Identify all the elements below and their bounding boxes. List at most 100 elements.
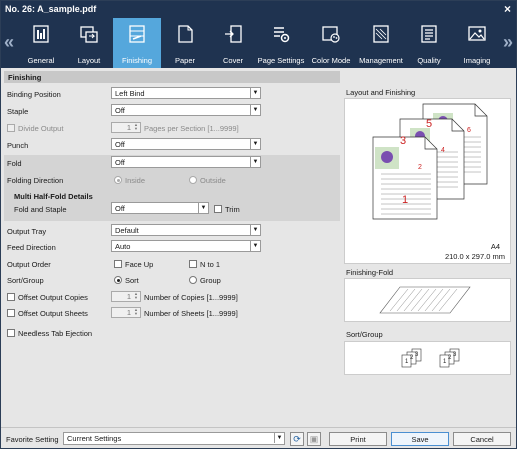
tab-quality[interactable]: Quality	[405, 18, 453, 68]
outside-radio[interactable]	[189, 176, 197, 184]
sort-label: Sort	[125, 276, 139, 285]
inside-label: Inside	[125, 176, 146, 185]
offset-copies-row: Offset Output Copies 1 ▲ ▼ Number of Copi…	[4, 290, 340, 304]
paper-size: A4	[490, 242, 500, 251]
face-up-checkbox[interactable]	[114, 260, 122, 268]
stepper-arrows-icon: ▲ ▼	[134, 291, 138, 300]
stepper-arrows-icon: ▲ ▼	[134, 307, 138, 316]
tab-color-mode[interactable]: Color Mode	[307, 18, 355, 68]
fold-group: Fold Off ▼ Folding Direction Inside Outs…	[4, 155, 340, 221]
page-settings-icon	[274, 27, 290, 43]
divide-output-range: Pages per Section [1...9999]	[144, 124, 239, 133]
output-tray-label: Output Tray	[7, 227, 47, 236]
scroll-right-icon[interactable]: »	[503, 32, 513, 53]
category-toolbar: « » General Layout Finishing Paper Cover…	[1, 18, 516, 68]
paper-dimensions: 210.0 x 297.0 mm	[444, 252, 505, 261]
sort-radio[interactable]	[114, 276, 122, 284]
dropdown-arrow-icon: ▼	[250, 225, 260, 235]
tab-general[interactable]: General	[17, 18, 65, 68]
offset-sheets-range: Number of Sheets [1...9999]	[144, 309, 238, 318]
feed-direction-select[interactable]: Auto ▼	[111, 240, 261, 252]
feed-direction-value: Auto	[115, 242, 131, 251]
tab-finishing[interactable]: Finishing	[113, 18, 161, 68]
page-number-6: 6	[467, 127, 471, 134]
staple-select[interactable]: Off ▼	[111, 104, 261, 116]
dropdown-arrow-icon: ▼	[250, 88, 260, 98]
general-icon	[33, 25, 49, 43]
refresh-icon[interactable]: ⟳	[290, 432, 304, 446]
binding-position-value: Left Bind	[115, 89, 145, 98]
page-number-1: 1	[402, 194, 408, 206]
title-bar: No. 26: A_sample.pdf ×	[1, 1, 516, 18]
print-settings-window: No. 26: A_sample.pdf × « » General Layou…	[0, 0, 517, 449]
tab-label: Layout	[77, 56, 101, 65]
trim-checkbox[interactable]	[214, 205, 222, 213]
fold-and-staple-row: Fold and Staple Off ▼ Trim	[4, 202, 340, 216]
paper-icon	[178, 25, 193, 43]
output-order-label: Output Order	[7, 260, 51, 269]
binding-position-row: Binding Position Left Bind ▼	[4, 87, 340, 101]
tab-label: Color Mode	[311, 56, 351, 65]
binding-position-select[interactable]: Left Bind ▼	[111, 87, 261, 99]
group-radio[interactable]	[189, 276, 197, 284]
tab-label: Cover	[222, 56, 243, 65]
fold-row: Fold Off ▼	[4, 156, 340, 170]
dropdown-arrow-icon: ▼	[274, 433, 284, 443]
tab-paper[interactable]: Paper	[161, 18, 209, 68]
punch-value: Off	[115, 140, 125, 149]
finishing-icon	[129, 25, 145, 43]
punch-select[interactable]: Off ▼	[111, 138, 261, 150]
fold-select[interactable]: Off ▼	[111, 156, 261, 168]
dropdown-arrow-icon: ▼	[250, 105, 260, 115]
bottom-bar: Favorite Setting Current Settings ▼ ⟳ ▣ …	[1, 427, 516, 448]
favorite-setting-label: Favorite Setting	[6, 435, 59, 444]
print-button[interactable]: Print	[329, 432, 387, 446]
finishing-fold-preview	[344, 278, 511, 322]
fold-and-staple-value: Off	[115, 204, 125, 213]
offset-sheets-label: Offset Output Sheets	[18, 309, 88, 318]
save-button[interactable]: Save	[391, 432, 449, 446]
output-tray-row: Output Tray Default ▼	[4, 224, 340, 238]
finishing-settings-panel: Finishing Binding Position Left Bind ▼ S…	[4, 71, 340, 426]
page-number-3: 3	[400, 135, 406, 147]
offset-copies-label: Offset Output Copies	[18, 293, 88, 302]
offset-sheets-stepper[interactable]: 1 ▲ ▼	[111, 307, 141, 318]
divide-output-checkbox[interactable]	[7, 124, 15, 132]
offset-sheets-row: Offset Output Sheets 1 ▲ ▼ Number of Shee…	[4, 306, 340, 320]
scroll-left-icon[interactable]: «	[4, 32, 14, 53]
tab-page-settings[interactable]: Page Settings	[257, 18, 305, 68]
sort-group-preview: 3 2 1 3 2 1	[344, 341, 511, 375]
divide-output-stepper[interactable]: 1 ▲ ▼	[111, 122, 141, 133]
tab-imaging[interactable]: Imaging	[453, 18, 501, 68]
offset-sheets-checkbox[interactable]	[7, 309, 15, 317]
dropdown-arrow-icon: ▼	[250, 139, 260, 149]
n-to-1-checkbox[interactable]	[189, 260, 197, 268]
needless-tab-checkbox[interactable]	[7, 329, 15, 337]
close-icon[interactable]: ×	[504, 2, 511, 16]
output-tray-value: Default	[115, 226, 139, 235]
save-favorite-icon[interactable]: ▣	[307, 432, 321, 446]
dropdown-arrow-icon: ▼	[250, 157, 260, 167]
divide-output-value: 1	[126, 123, 131, 132]
inside-radio[interactable]	[114, 176, 122, 184]
offset-copies-stepper[interactable]: 1 ▲ ▼	[111, 291, 141, 302]
dropdown-arrow-icon: ▼	[198, 203, 208, 213]
fold-and-staple-select[interactable]: Off ▼	[111, 202, 209, 214]
layout-preview: 5 6 3 4 2 1 A4 210.0 x 297.0 mm	[344, 98, 511, 264]
offset-copies-checkbox[interactable]	[7, 293, 15, 301]
page-sheet-front	[372, 136, 438, 220]
cancel-button[interactable]: Cancel	[453, 432, 511, 446]
folding-direction-row: Folding Direction Inside Outside	[4, 173, 340, 187]
color-mode-icon	[322, 26, 340, 43]
staple-label: Staple	[7, 107, 29, 116]
outside-label: Outside	[200, 176, 226, 185]
output-tray-select[interactable]: Default ▼	[111, 224, 261, 236]
face-up-label: Face Up	[125, 260, 154, 269]
tab-management[interactable]: Management	[357, 18, 405, 68]
binding-position-label: Binding Position	[7, 90, 61, 99]
fold-value: Off	[115, 158, 125, 167]
page-number-4: 4	[441, 147, 445, 154]
favorite-setting-select[interactable]: Current Settings ▼	[63, 432, 285, 445]
tab-layout[interactable]: Layout	[65, 18, 113, 68]
tab-cover[interactable]: Cover	[209, 18, 257, 68]
